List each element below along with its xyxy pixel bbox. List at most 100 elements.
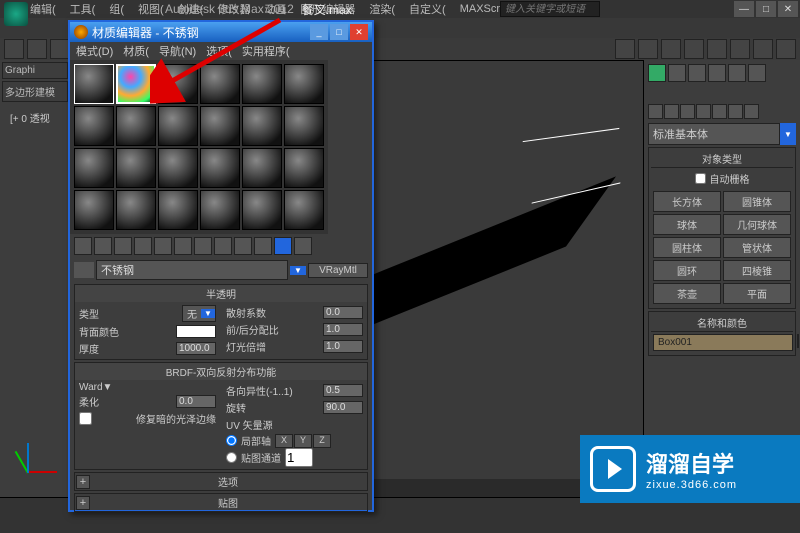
dialog-minimize-button[interactable]: _ <box>310 24 328 40</box>
fb-input[interactable] <box>323 323 363 336</box>
sample-slot[interactable] <box>200 64 240 104</box>
sphere-button[interactable]: 球体 <box>653 214 721 235</box>
object-name-input[interactable] <box>653 334 793 351</box>
sample-slot[interactable] <box>200 148 240 188</box>
pyramid-button[interactable]: 四棱锥 <box>723 260 791 281</box>
object-color-swatch[interactable] <box>797 334 799 348</box>
cone-button[interactable]: 圆锥体 <box>723 191 791 212</box>
assign-icon[interactable] <box>114 237 132 255</box>
thickness-input[interactable] <box>176 342 216 355</box>
sample-slot[interactable] <box>242 190 282 230</box>
undo-icon[interactable] <box>4 39 24 59</box>
sample-slot[interactable] <box>284 106 324 146</box>
category-dropdown[interactable]: 标准基本体 ▼ <box>648 123 796 145</box>
material-name-input[interactable]: 不锈钢 <box>96 260 288 280</box>
show-map-icon[interactable] <box>234 237 252 255</box>
dialog-close-button[interactable]: ✕ <box>350 24 368 40</box>
spacewarps-icon[interactable] <box>728 104 743 119</box>
sample-slot[interactable] <box>116 148 156 188</box>
geosphere-button[interactable]: 几何球体 <box>723 214 791 235</box>
layers-icon[interactable] <box>707 39 727 59</box>
link-icon[interactable] <box>50 39 70 59</box>
systems-icon[interactable] <box>744 104 759 119</box>
minimize-button[interactable]: — <box>734 1 754 17</box>
soften-input[interactable] <box>176 395 216 408</box>
brdf-header[interactable]: BRDF-双向反射分布功能 <box>75 363 367 380</box>
display-tab-icon[interactable] <box>728 64 746 82</box>
copy-icon[interactable] <box>154 237 172 255</box>
torus-button[interactable]: 圆环 <box>653 260 721 281</box>
viewport-label[interactable]: [+ 0 透视 <box>10 110 50 125</box>
dialog-titlebar[interactable]: 材质编辑器 - 不锈钢 _ □ ✕ <box>70 22 372 42</box>
me-menu-options[interactable]: 选项( <box>206 43 232 59</box>
create-tab-icon[interactable] <box>648 64 666 82</box>
hierarchy-tab-icon[interactable] <box>688 64 706 82</box>
sample-slot[interactable] <box>200 106 240 146</box>
sample-slot[interactable] <box>242 64 282 104</box>
light-input[interactable] <box>323 340 363 353</box>
redo-icon[interactable] <box>27 39 47 59</box>
map-channel-radio[interactable] <box>226 451 237 464</box>
go-to-parent-icon[interactable] <box>274 237 292 255</box>
sample-slot[interactable] <box>74 190 114 230</box>
geometry-icon[interactable] <box>648 104 663 119</box>
chevron-down-icon[interactable]: ▼ <box>290 266 306 275</box>
box-button[interactable]: 长方体 <box>653 191 721 212</box>
pick-material-icon[interactable] <box>74 262 94 278</box>
maps-rollout[interactable]: + 贴图 <box>74 493 368 512</box>
sample-slot[interactable] <box>116 106 156 146</box>
sample-slot[interactable] <box>242 148 282 188</box>
me-menu-navigate[interactable]: 导航(N) <box>159 43 196 59</box>
utilities-tab-icon[interactable] <box>748 64 766 82</box>
show-end-result-icon[interactable] <box>254 237 272 255</box>
go-to-sibling-icon[interactable] <box>294 237 312 255</box>
lights-icon[interactable] <box>680 104 695 119</box>
sample-slot[interactable] <box>200 190 240 230</box>
app-icon[interactable] <box>4 2 28 26</box>
close-button[interactable]: ✕ <box>778 1 798 17</box>
auto-grid-checkbox[interactable] <box>695 173 706 184</box>
sample-slot[interactable] <box>158 64 198 104</box>
render-icon[interactable] <box>776 39 796 59</box>
tube-button[interactable]: 管状体 <box>723 237 791 258</box>
sample-slot[interactable] <box>74 148 114 188</box>
maximize-button[interactable]: □ <box>756 1 776 17</box>
shapes-icon[interactable] <box>664 104 679 119</box>
sample-slot[interactable] <box>284 148 324 188</box>
viewcube[interactable] <box>599 65 639 105</box>
reset-icon[interactable] <box>134 237 152 255</box>
local-axis-radio[interactable] <box>226 434 237 447</box>
fix-dark-checkbox[interactable] <box>79 412 92 425</box>
sample-slot[interactable] <box>116 190 156 230</box>
material-type-button[interactable]: VRayMtl <box>308 263 368 278</box>
material-id-icon[interactable] <box>214 237 232 255</box>
teapot-button[interactable]: 茶壶 <box>653 283 721 304</box>
make-unique-icon[interactable] <box>174 237 192 255</box>
me-menu-material[interactable]: 材质( <box>123 43 149 59</box>
sample-slot[interactable] <box>74 106 114 146</box>
mirror-icon[interactable] <box>661 39 681 59</box>
poly-modeling-tab[interactable]: 多边形建模 <box>2 81 68 102</box>
motion-tab-icon[interactable] <box>708 64 726 82</box>
scatter-input[interactable] <box>323 306 363 319</box>
cameras-icon[interactable] <box>696 104 711 119</box>
axis-z-button[interactable]: Z <box>313 434 331 448</box>
sample-slot[interactable] <box>158 190 198 230</box>
sample-slot[interactable] <box>74 64 114 104</box>
me-menu-mode[interactable]: 模式(D) <box>76 43 113 59</box>
dialog-maximize-button[interactable]: □ <box>330 24 348 40</box>
rotation-input[interactable] <box>323 401 363 414</box>
angle-snap-icon[interactable] <box>638 39 658 59</box>
back-color-swatch[interactable] <box>176 325 216 338</box>
search-input[interactable] <box>500 1 600 17</box>
render-setup-icon[interactable] <box>753 39 773 59</box>
sample-slot[interactable] <box>158 106 198 146</box>
map-channel-input[interactable] <box>285 448 313 467</box>
type-dropdown[interactable]: 无▼ <box>182 305 216 322</box>
aniso-input[interactable] <box>323 384 363 397</box>
align-icon[interactable] <box>684 39 704 59</box>
put-to-scene-icon[interactable] <box>94 237 112 255</box>
cylinder-button[interactable]: 圆柱体 <box>653 237 721 258</box>
axis-x-button[interactable]: X <box>275 434 293 448</box>
modify-tab-icon[interactable] <box>668 64 686 82</box>
